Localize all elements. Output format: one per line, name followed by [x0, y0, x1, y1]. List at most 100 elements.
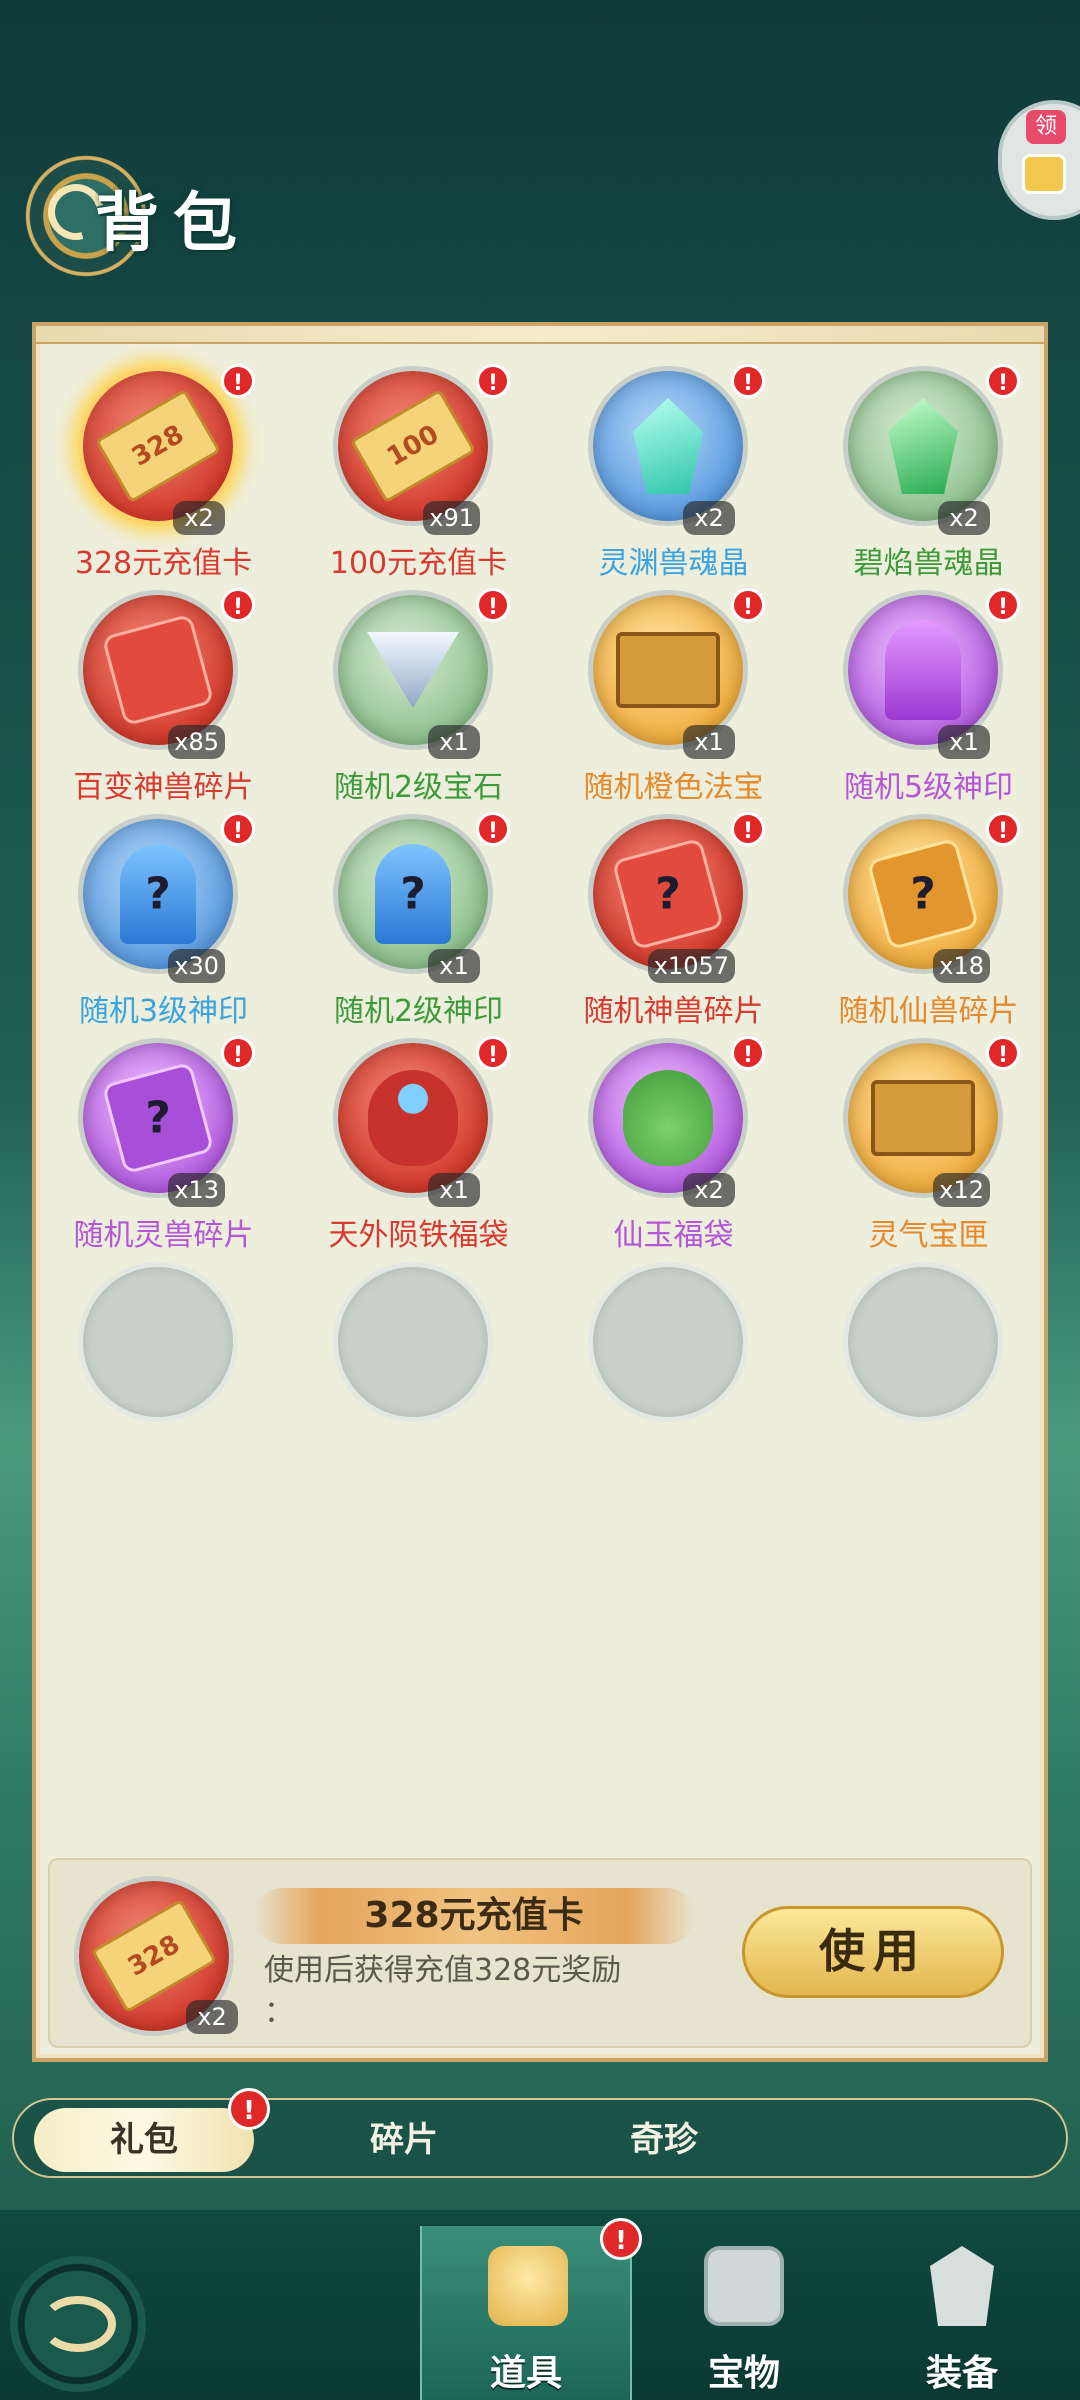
inventory-slot[interactable]: ? x13! 随机灵兽碎片: [36, 1036, 291, 1253]
question-mark-icon: ?: [910, 868, 936, 920]
item-count: x2: [938, 501, 990, 535]
alert-icon: !: [731, 588, 765, 622]
seal-purple-icon: [885, 620, 961, 720]
inventory-panel: 328 x2! 328元充值卡 100 x91! 100元充值卡 x2! 灵渊兽魂晶 x2! 碧焰…: [32, 322, 1048, 2062]
inventory-slot[interactable]: x1! 天外陨铁福袋: [291, 1036, 546, 1253]
detail-item-count: x2: [186, 2000, 238, 2034]
item-count: x1057: [647, 949, 735, 983]
tab-fragments[interactable]: 碎片: [294, 2108, 514, 2172]
question-mark-icon: ?: [145, 1092, 171, 1144]
inventory-slot[interactable]: x2! 仙玉福袋: [546, 1036, 801, 1253]
inventory-slot[interactable]: x85! 百变神兽碎片: [36, 588, 291, 805]
detail-description-suffix: ：: [264, 1995, 294, 2030]
question-mark-icon: ?: [145, 868, 171, 920]
inventory-slot[interactable]: ? x30! 随机3级神印: [36, 812, 291, 1029]
item-count: x2: [683, 501, 735, 535]
bottom-nav: 道具 宝物 装备: [0, 2210, 1080, 2400]
bag-red-icon: [368, 1070, 458, 1166]
empty-slot[interactable]: [291, 1262, 546, 1466]
inventory-slot[interactable]: x2! 碧焰兽魂晶: [801, 364, 1056, 581]
item-count: x85: [168, 725, 225, 759]
alert-icon: !: [986, 1036, 1020, 1070]
inventory-slot[interactable]: x1! 随机2级宝石: [291, 588, 546, 805]
item-name: 随机5级神印: [843, 770, 1014, 805]
nav-props-label: 道具: [489, 2353, 562, 2394]
item-orb: ? x1057: [588, 814, 748, 983]
alert-icon: !: [476, 812, 510, 846]
item-count: x30: [168, 949, 225, 983]
item-name: 碧焰兽魂晶: [853, 546, 1004, 581]
chest-icon: [871, 1080, 975, 1156]
item-detail: 328 x2 328元充值卡 使用后获得充值328元奖励 ： 使用: [48, 1858, 1032, 2048]
inventory-slot[interactable]: ? x18! 随机仙兽碎片: [801, 812, 1056, 1029]
alert-icon: !: [221, 364, 255, 398]
alert-icon: !: [986, 588, 1020, 622]
back-button[interactable]: [10, 2256, 146, 2392]
item-count: x1: [428, 949, 480, 983]
empty-slot[interactable]: [801, 1262, 1056, 1466]
alert-icon: !: [731, 812, 765, 846]
inventory-slot[interactable]: 328 x2! 328元充值卡: [36, 364, 291, 581]
item-orb: [843, 1262, 1003, 1422]
question-mark-icon: ?: [655, 868, 681, 920]
panel-scroll-top: [36, 326, 1044, 344]
item-name: 随机灵兽碎片: [73, 1218, 254, 1253]
item-orb: x1: [843, 590, 1003, 759]
ticket-icon: 100: [349, 388, 477, 504]
item-orb: ? x13: [78, 1038, 238, 1207]
alert-icon: !: [221, 588, 255, 622]
item-name: 灵气宝匣: [868, 1218, 989, 1253]
event-badge[interactable]: 领: [998, 100, 1080, 220]
alert-icon: !: [731, 1036, 765, 1070]
props-icon: [488, 2246, 568, 2326]
tab-rare[interactable]: 奇珍: [554, 2108, 774, 2172]
inventory-slot[interactable]: x12! 灵气宝匣: [801, 1036, 1056, 1253]
detail-item-title: 328元充值卡: [254, 1888, 694, 1944]
item-orb: x1: [588, 590, 748, 759]
item-count: x1: [428, 725, 480, 759]
item-name: 随机神兽碎片: [583, 994, 764, 1029]
item-orb: ? x30: [78, 814, 238, 983]
nav-treasure[interactable]: 宝物: [638, 2226, 850, 2400]
item-orb: x1: [333, 1038, 493, 1207]
item-name: 随机2级神印: [333, 994, 504, 1029]
item-name: 随机橙色法宝: [583, 770, 764, 805]
nav-props-alert-icon: !: [600, 2218, 642, 2260]
crystal-emerald-icon: [888, 398, 958, 494]
alert-icon: !: [476, 1036, 510, 1070]
inventory-slot[interactable]: ? x1! 随机2级神印: [291, 812, 546, 1029]
equip-icon: [930, 2246, 994, 2326]
event-badge-label: 领: [1026, 110, 1066, 144]
nav-props[interactable]: 道具: [420, 2226, 632, 2400]
inventory-slot[interactable]: ? x1057! 随机神兽碎片: [546, 812, 801, 1029]
detail-description-line: 使用后获得充值328元奖励: [264, 1953, 622, 1988]
empty-slot[interactable]: [36, 1262, 291, 1466]
item-count: x91: [423, 501, 480, 535]
empty-slot[interactable]: [546, 1262, 801, 1466]
inventory-slot[interactable]: x2! 灵渊兽魂晶: [546, 364, 801, 581]
inventory-slot[interactable]: x1! 随机橙色法宝: [546, 588, 801, 805]
item-name: 随机2级宝石: [333, 770, 504, 805]
item-count: x13: [168, 1173, 225, 1207]
item-count: x12: [933, 1173, 990, 1207]
inventory-slot[interactable]: x1! 随机5级神印: [801, 588, 1056, 805]
alert-icon: !: [221, 1036, 255, 1070]
tab-gift-alert-icon: !: [228, 2088, 270, 2130]
item-orb: 100 x91: [333, 366, 493, 535]
item-name: 随机3级神印: [78, 994, 249, 1029]
inventory-grid: 328 x2! 328元充值卡 100 x91! 100元充值卡 x2! 灵渊兽魂晶 x2! 碧焰…: [36, 364, 1044, 1466]
tab-gift[interactable]: 礼包: [34, 2108, 254, 2172]
item-name: 仙玉福袋: [613, 1218, 734, 1253]
inventory-slot[interactable]: 100 x91! 100元充值卡: [291, 364, 546, 581]
alert-icon: !: [731, 364, 765, 398]
nav-equipment[interactable]: 装备: [856, 2226, 1068, 2400]
item-orb: 328 x2: [78, 366, 238, 535]
item-orb: x2: [588, 366, 748, 535]
alert-icon: !: [221, 812, 255, 846]
item-name: 百变神兽碎片: [73, 770, 254, 805]
item-count: x18: [933, 949, 990, 983]
alert-icon: !: [986, 812, 1020, 846]
gem-icon: [367, 632, 459, 708]
use-button[interactable]: 使用: [742, 1906, 1004, 1998]
item-count: x1: [938, 725, 990, 759]
